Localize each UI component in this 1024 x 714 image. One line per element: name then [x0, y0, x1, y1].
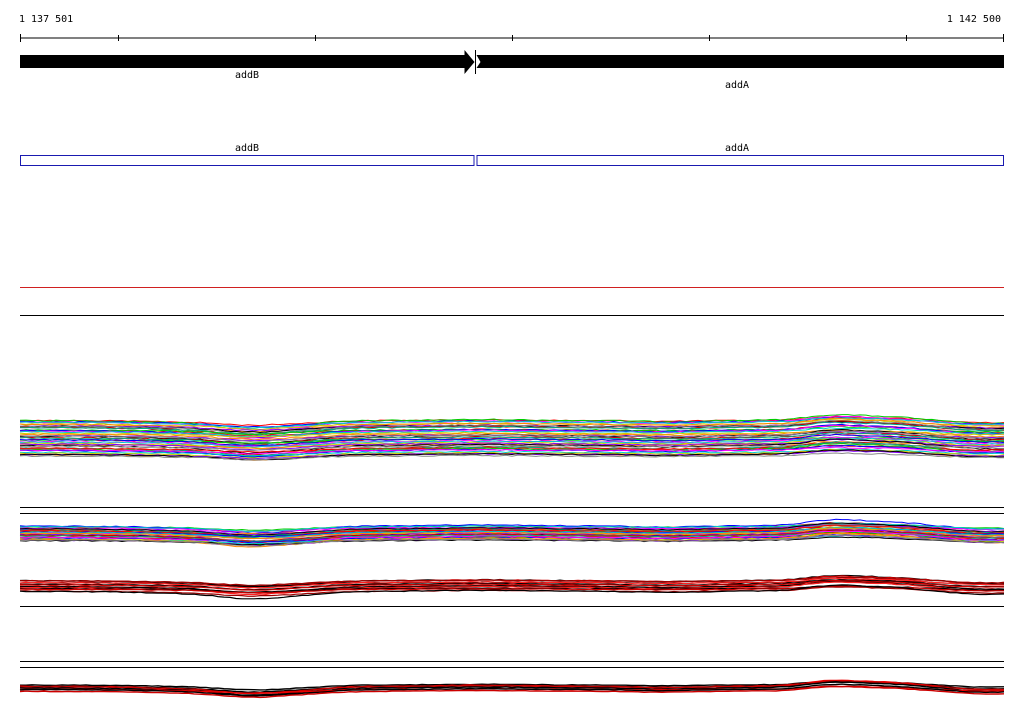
gene-arrow-addB [20, 50, 475, 74]
annotation-box-addB [20, 155, 475, 166]
coordinate-ruler [20, 34, 1004, 42]
signal-track-panel-2[interactable] [19, 518, 1005, 548]
signal-track-panel-4[interactable] [19, 679, 1005, 699]
signal-track-panel-1[interactable] [19, 414, 1005, 461]
genome-browser-canvas[interactable] [0, 0, 1024, 714]
gene-track[interactable] [20, 50, 1005, 74]
annotation-box-addA [476, 155, 1005, 166]
gene-arrow-addA [476, 55, 1005, 68]
signal-track-panel-3[interactable] [19, 574, 1005, 600]
annotation-track[interactable] [20, 155, 1005, 166]
track-separators [20, 315, 1004, 668]
